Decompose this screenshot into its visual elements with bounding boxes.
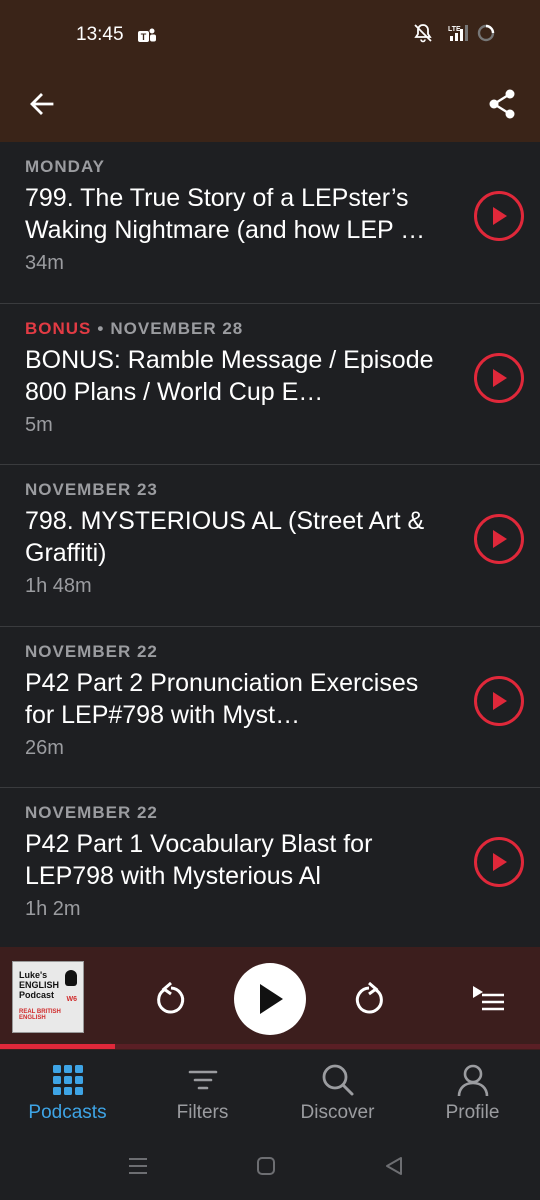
artwork-line1: Luke's [19,970,48,980]
playback-progress-fill [0,1044,116,1049]
episode-play-button[interactable] [474,191,524,241]
mute-icon [414,24,432,43]
play-icon [493,207,507,225]
battery-icon [477,24,495,42]
episode-duration: 5m [25,413,53,436]
tab-podcasts[interactable]: Podcasts [0,1050,135,1130]
lte-signal-icon: LTE [448,25,468,41]
episode-meta: NOVEMBER 22 [25,802,440,824]
svg-text:T: T [141,32,147,42]
main-play-button[interactable] [234,963,306,1035]
artwork-tagline: REAL BRITISH ENGLISH [19,1009,61,1021]
artwork-title: Luke's ENGLISH Podcast [19,970,65,1000]
tab-label: Filters [176,1102,229,1123]
episode-meta: NOVEMBER 23 [25,479,440,501]
tab-profile[interactable]: Profile [405,1050,540,1130]
episode-title: BONUS: Ramble Message / Episode 800 Plan… [25,345,434,406]
play-icon [260,984,283,1014]
episode-play-button[interactable] [474,352,524,403]
artwork-head-icon [65,970,77,986]
episode-row[interactable]: BONUS • NOVEMBER 28 BONUS: Ramble Message … [0,304,540,465]
episode-duration: 1h 48m [25,575,92,597]
play-icon [493,853,507,871]
episode-play-button[interactable] [474,514,524,564]
episode-duration: 1h 2m [25,898,81,920]
episode-date: MONDAY [25,157,105,176]
episode-date: NOVEMBER 22 [25,641,158,661]
system-nav-bar [0,1130,540,1200]
up-next-icon[interactable] [470,981,508,1017]
episode-play-button[interactable] [474,675,524,726]
tab-label: Discover [300,1102,375,1123]
teams-icon: T [138,28,156,42]
share-button[interactable] [482,84,522,124]
home-icon[interactable] [254,1154,278,1178]
artwork-badge: W6 [66,996,78,1003]
status-icons: LTE [412,22,496,44]
profile-icon [455,1062,491,1098]
filter-icon [185,1062,221,1098]
play-icon [493,368,507,387]
episode-meta: NOVEMBER 22 [25,641,440,663]
episode-list: MONDAY 799. The True Story of a LEPster’… [0,142,540,950]
search-icon [320,1062,356,1098]
episode-date: NOVEMBER 23 [25,480,158,499]
skip-back-icon[interactable] [152,981,190,1019]
bottom-tab-bar: Podcasts Filters Discover Profile [0,1050,540,1130]
network-label: LTE [448,26,461,33]
back-nav-icon[interactable] [382,1154,406,1178]
episode-title: 799. The True Story of a LEPster’s Wakin… [25,184,426,244]
episode-title: P42 Part 2 Pronunciation Exercises for L… [25,668,419,729]
episode-meta: BONUS • NOVEMBER 28 [25,318,440,340]
tab-discover[interactable]: Discover [270,1050,405,1130]
status-bar: 13:45 T LTE [0,0,540,70]
bonus-badge: BONUS [25,318,92,338]
episode-duration: 34m [25,252,64,274]
episode-row[interactable]: NOVEMBER 23 798. MYSTERIOUS AL (Street A… [0,465,540,627]
app-bar [0,70,540,142]
meta-separator: • [97,318,105,338]
back-button[interactable] [22,84,62,124]
arrow-left-icon [30,93,54,115]
share-icon [489,89,515,119]
episode-title: 798. MYSTERIOUS AL (Street Art & Graffit… [25,507,425,567]
tab-filters[interactable]: Filters [135,1050,270,1130]
episode-duration: 26m [25,736,64,759]
playback-progress[interactable] [0,1044,540,1049]
episode-meta: MONDAY [25,156,440,178]
episode-play-button[interactable] [474,837,524,887]
recent-apps-icon[interactable] [126,1154,150,1178]
play-icon [493,691,507,710]
skip-forward-icon[interactable] [350,981,388,1019]
grid-icon [50,1062,86,1098]
tab-label: Profile [445,1102,500,1123]
mini-player: Luke's ENGLISH Podcast W6 REAL BRITISH E… [0,947,540,1050]
episode-title: P42 Part 1 Vocabulary Blast for LEP798 w… [25,830,373,890]
episode-row[interactable]: MONDAY 799. The True Story of a LEPster’… [0,142,540,304]
artwork-line3: Podcast [19,990,55,1000]
episode-row[interactable]: NOVEMBER 22 P42 Part 1 Vocabulary Blast … [0,788,540,950]
episode-date: NOVEMBER 22 [25,803,158,822]
tab-label: Podcasts [28,1102,107,1123]
play-icon [493,530,507,548]
status-time: 13:45 [76,24,124,45]
artwork-line2: ENGLISH [19,980,60,990]
episode-row[interactable]: NOVEMBER 22 P42 Part 2 Pronunciation Exe… [0,627,540,788]
podcast-artwork[interactable]: Luke's ENGLISH Podcast W6 REAL BRITISH E… [12,961,84,1033]
episode-date: NOVEMBER 28 [110,318,244,338]
